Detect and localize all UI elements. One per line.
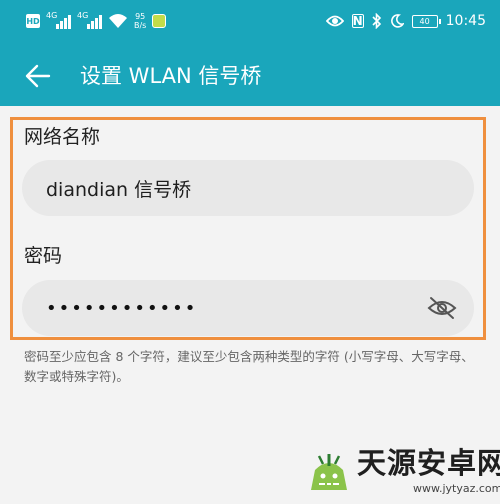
battery-icon: 40 <box>411 14 441 28</box>
cellular-signal-icon-2: 4G <box>77 11 102 29</box>
hd-icon: HD <box>26 14 40 28</box>
status-bar: HD 4G 4G 95 B/s N 40 10:45 <box>0 0 500 42</box>
ssid-value: diandian 信号桥 <box>46 178 192 201</box>
toggle-password-visibility-button[interactable] <box>426 293 458 323</box>
watermark-url: www.jytyaz.com <box>413 482 500 495</box>
watermark: 天源安卓网 www.jytyaz.com <box>305 446 500 498</box>
cellular-signal-icon: 4G <box>46 11 71 29</box>
wifi-icon <box>109 14 127 28</box>
bluetooth-icon <box>372 13 381 29</box>
content-area: 网络名称 diandian 信号桥 密码 •••••••••••• 密码至少应包… <box>0 106 500 504</box>
password-input[interactable]: •••••••••••• <box>22 280 474 336</box>
network-speed-value: 95 <box>135 12 146 21</box>
ssid-label: 网络名称 <box>24 126 101 148</box>
battery-level: 40 <box>419 16 430 26</box>
network-type-label: 4G <box>46 11 58 20</box>
page-title: 设置 WLAN 信号桥 <box>80 64 262 88</box>
password-label: 密码 <box>24 245 63 267</box>
arrow-left-icon <box>25 64 51 88</box>
password-hint: 密码至少应包含 8 个字符，建议至少包含两种类型的字符 (小写字母、大写字母、数… <box>24 349 474 384</box>
status-bar-left: HD 4G 4G 95 B/s <box>26 9 167 33</box>
app-header: HD 4G 4G 95 B/s N 40 10:45 设置 WLAN 信号桥 <box>0 0 500 106</box>
network-speed-unit: B/s <box>134 21 147 30</box>
ssid-input[interactable]: diandian 信号桥 <box>22 160 474 216</box>
eye-comfort-icon <box>325 15 344 27</box>
watermark-logo-icon <box>311 454 347 490</box>
network-type-label-2: 4G <box>77 11 89 20</box>
eye-off-icon <box>427 297 457 319</box>
moon-icon <box>390 14 404 28</box>
back-button[interactable] <box>22 60 54 92</box>
status-bar-right: N 40 10:45 <box>325 9 486 33</box>
password-value: •••••••••••• <box>46 297 198 319</box>
watermark-name: 天源安卓网 <box>357 446 500 480</box>
nfc-icon: N <box>351 14 364 28</box>
network-speed: 95 B/s <box>134 12 146 30</box>
clock: 10:45 <box>445 13 486 29</box>
app-notification-icon <box>152 14 167 28</box>
